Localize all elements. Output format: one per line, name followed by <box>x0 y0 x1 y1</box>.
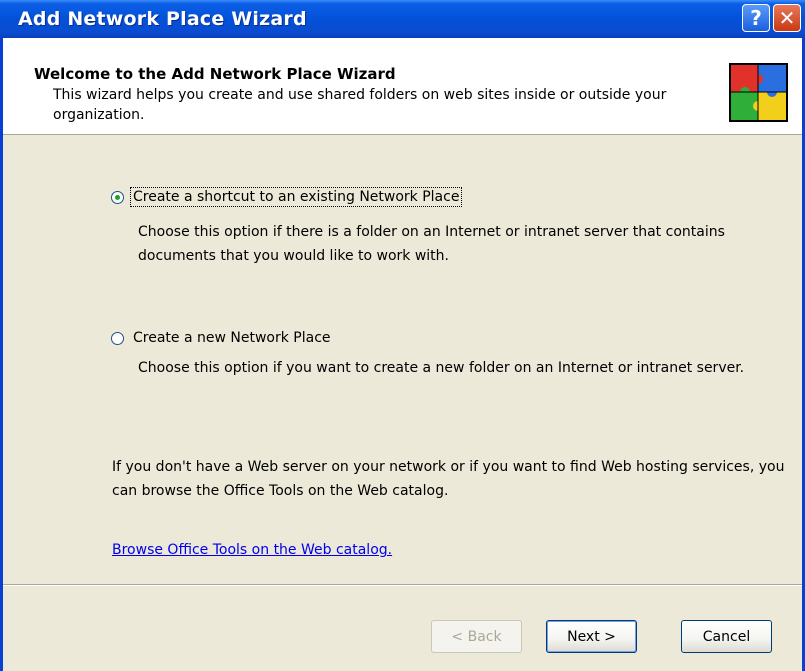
web-hosting-info: If you don't have a Web server on your n… <box>112 459 785 499</box>
help-button[interactable]: ? <box>742 4 770 32</box>
option-existing-place[interactable]: Create a shortcut to an existing Network… <box>111 187 463 207</box>
close-button[interactable]: ✕ <box>773 4 801 32</box>
radio-new-place[interactable] <box>111 331 124 345</box>
option-existing-place-description: Choose this option if there is a folder … <box>138 224 725 264</box>
window-title: Add Network Place Wizard <box>18 8 307 30</box>
back-button[interactable]: < Back <box>431 620 522 653</box>
browse-catalog-link[interactable]: Browse Office Tools on the Web catalog. <box>112 542 392 558</box>
option-existing-place-label[interactable]: Create a shortcut to an existing Network… <box>129 187 463 207</box>
wizard-content: Create a shortcut to an existing Network… <box>3 135 802 584</box>
cancel-button[interactable]: Cancel <box>681 620 772 653</box>
option-new-place[interactable]: Create a new Network Place <box>111 329 333 347</box>
radio-existing-place[interactable] <box>111 190 124 204</box>
wizard-window: Add Network Place Wizard ? ✕ Welcome to … <box>0 0 805 671</box>
help-icon: ? <box>750 6 762 30</box>
option-new-place-label[interactable]: Create a new Network Place <box>131 329 333 347</box>
footer-divider <box>3 584 802 586</box>
option-new-place-description: Choose this option if you want to create… <box>138 360 745 376</box>
puzzle-pieces-icon <box>729 63 788 122</box>
wizard-header: Welcome to the Add Network Place Wizard … <box>3 38 802 135</box>
header-title: Welcome to the Add Network Place Wizard <box>34 65 396 83</box>
title-bar[interactable]: Add Network Place Wizard ? ✕ <box>0 0 805 38</box>
close-icon: ✕ <box>778 6 796 30</box>
header-description: This wizard helps you create and use sha… <box>53 87 667 123</box>
next-button[interactable]: Next > <box>546 620 637 653</box>
